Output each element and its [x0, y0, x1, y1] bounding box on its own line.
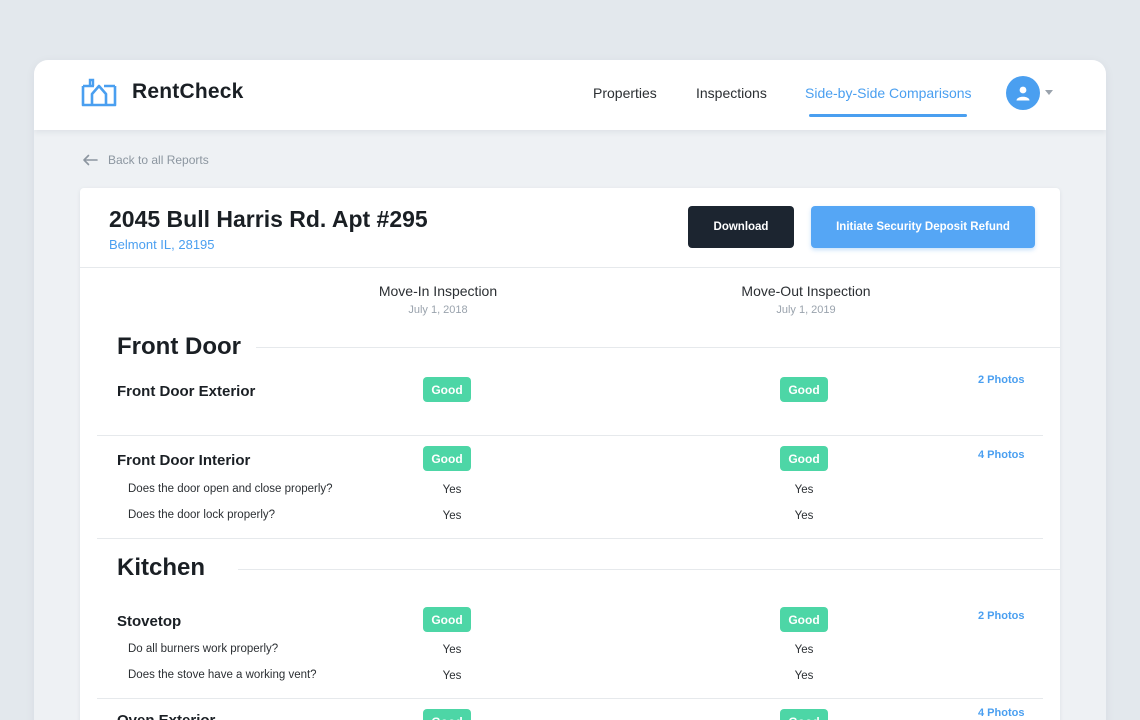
photos-link[interactable]: 4 Photos: [978, 707, 1024, 719]
section-title-kitchen: Kitchen: [117, 554, 206, 581]
move-in-answer: Yes: [442, 510, 462, 522]
photos-link[interactable]: 2 Photos: [978, 374, 1024, 386]
row-divider: [97, 538, 1043, 539]
property-city: Belmont IL, 28195: [109, 237, 215, 252]
property-address: 2045 Bull Harris Rd. Apt #295: [109, 206, 428, 232]
move-out-title: Move-Out Inspection: [741, 283, 871, 299]
move-out-answer: Yes: [794, 510, 814, 522]
move-in-condition-badge: Good: [423, 607, 471, 632]
user-avatar[interactable]: [1006, 76, 1040, 110]
move-in-answer: Yes: [442, 484, 462, 496]
move-in-title: Move-In Inspection: [378, 283, 498, 299]
inspection-question: Does the door lock properly?: [128, 509, 276, 521]
item-title: Stovetop: [117, 613, 182, 630]
photos-link[interactable]: 4 Photos: [978, 449, 1024, 461]
brand-name: RentCheck: [132, 80, 244, 103]
nav-properties[interactable]: Properties: [593, 85, 657, 101]
move-out-answer: Yes: [794, 644, 814, 656]
item-title: Oven Exterior: [117, 712, 215, 720]
move-out-condition-badge: Good: [780, 446, 828, 471]
move-in-column-header: Move-In Inspection July 1, 2018: [328, 283, 548, 316]
active-nav-indicator: [809, 114, 967, 117]
inspection-question: Does the door open and close properly?: [128, 483, 333, 495]
item-title: Front Door Interior: [117, 452, 251, 469]
chevron-down-icon[interactable]: [1045, 90, 1053, 95]
move-out-answer: Yes: [794, 484, 814, 496]
nav-side-by-side[interactable]: Side-by-Side Comparisons: [805, 85, 972, 101]
logo[interactable]: RentCheck: [80, 77, 244, 107]
back-to-reports-link[interactable]: Back to all Reports: [82, 153, 209, 167]
download-button[interactable]: Download: [688, 206, 794, 248]
move-out-condition-badge: Good: [780, 709, 828, 720]
move-in-condition-badge: Good: [423, 377, 471, 402]
row-divider: [97, 435, 1043, 436]
move-in-date: July 1, 2018: [408, 304, 468, 316]
section-divider: [238, 569, 1060, 570]
move-out-column-header: Move-Out Inspection July 1, 2019: [696, 283, 916, 316]
move-out-condition-badge: Good: [780, 607, 828, 632]
move-in-answer: Yes: [442, 670, 462, 682]
move-in-condition-badge: Good: [423, 709, 471, 720]
item-title: Front Door Exterior: [117, 383, 256, 400]
row-divider: [97, 698, 1043, 699]
back-link-label: Back to all Reports: [108, 153, 209, 167]
move-out-date: July 1, 2019: [776, 304, 836, 316]
top-navigation: RentCheck Properties Inspections Side-by…: [34, 60, 1106, 130]
move-in-answer: Yes: [442, 644, 462, 656]
refund-button[interactable]: Initiate Security Deposit Refund: [811, 206, 1035, 248]
property-header: 2045 Bull Harris Rd. Apt #295 Belmont IL…: [80, 188, 1060, 268]
user-icon: [1016, 86, 1030, 101]
inspection-question: Do all burners work properly?: [128, 643, 279, 655]
photos-link[interactable]: 2 Photos: [978, 610, 1024, 622]
app-window: RentCheck Properties Inspections Side-by…: [34, 60, 1106, 720]
nav-inspections[interactable]: Inspections: [696, 85, 767, 101]
section-divider: [256, 347, 1060, 348]
section-title-front-door: Front Door: [117, 333, 241, 360]
move-in-condition-badge: Good: [423, 446, 471, 471]
inspection-question: Does the stove have a working vent?: [128, 669, 317, 681]
move-out-condition-badge: Good: [780, 377, 828, 402]
house-logo-icon: [81, 78, 117, 107]
move-out-answer: Yes: [794, 670, 814, 682]
arrow-left-icon: [83, 154, 98, 166]
comparison-card: 2045 Bull Harris Rd. Apt #295 Belmont IL…: [80, 188, 1060, 720]
